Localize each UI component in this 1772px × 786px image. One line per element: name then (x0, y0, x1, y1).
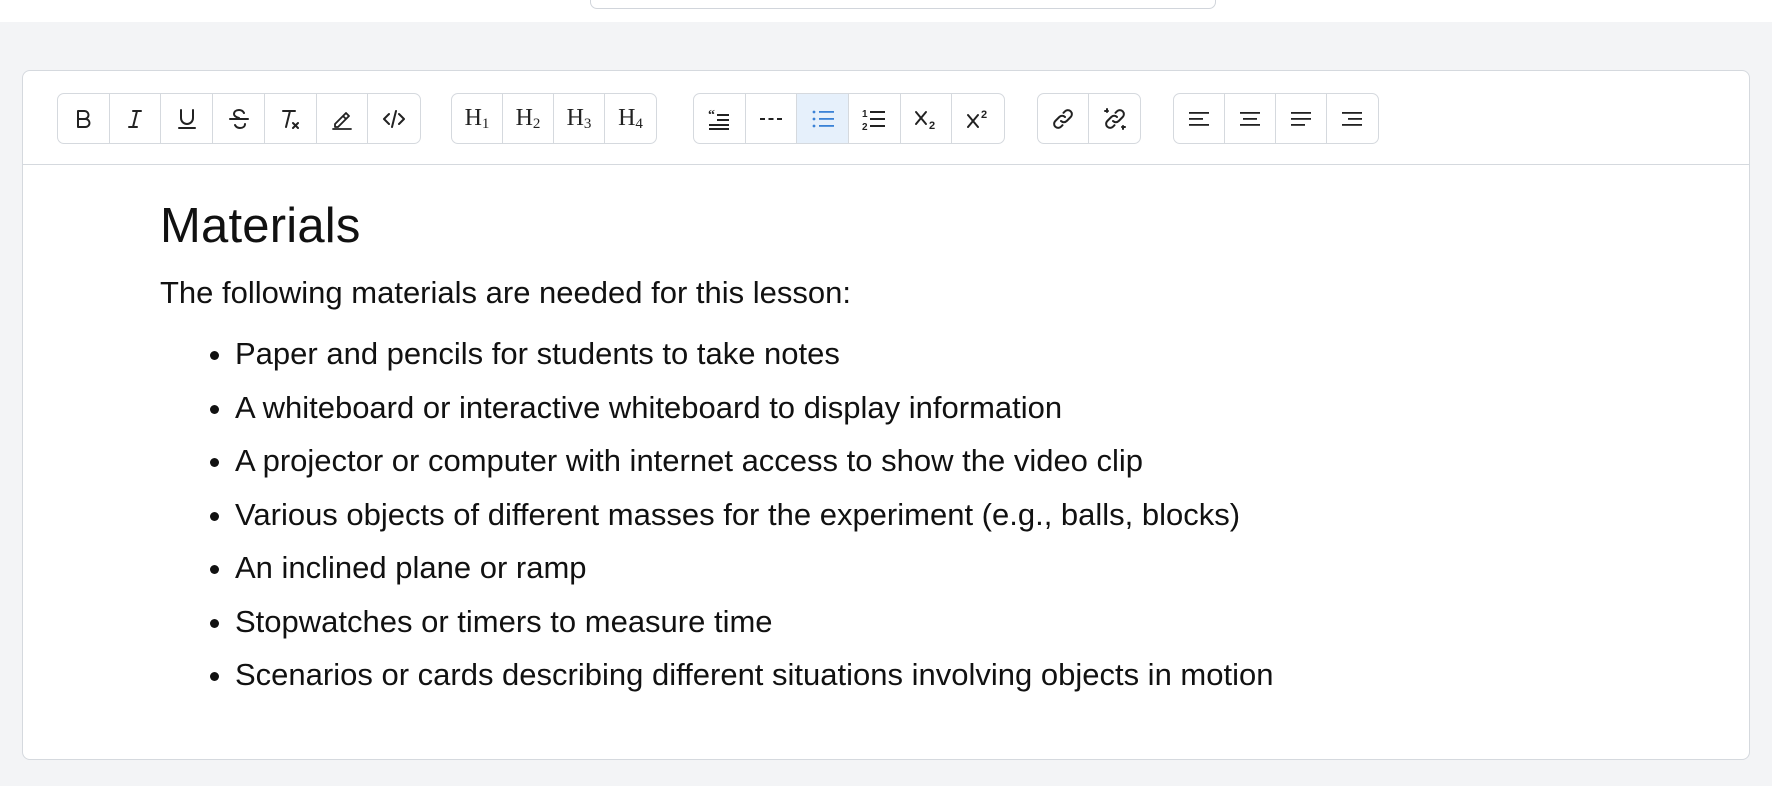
editor-content[interactable]: Materials The following materials are ne… (160, 196, 1709, 702)
document-intro: The following materials are needed for t… (160, 275, 851, 310)
clear-format-icon (282, 109, 300, 129)
materials-list: Paper and pencils for students to take n… (160, 327, 1709, 702)
list-item: Paper and pencils for students to take n… (235, 327, 1709, 381)
list-item: An inclined plane or ramp (235, 541, 1709, 595)
align-group (1173, 93, 1379, 144)
bold-icon (77, 109, 91, 128)
heading-1-button[interactable]: H1 (452, 94, 503, 143)
highlight-button[interactable] (317, 94, 369, 143)
superscript-button[interactable]: 2 (952, 94, 1004, 143)
blockquote-button[interactable]: “ (694, 94, 746, 143)
clear-format-button[interactable] (265, 94, 317, 143)
ordered-list-icon: 12 (862, 109, 886, 132)
align-center-icon (1240, 111, 1260, 126)
bullet-list-button[interactable] (797, 94, 850, 143)
bold-button[interactable] (58, 94, 110, 143)
heading-4-level: 4 (635, 115, 643, 132)
heading-2-label: H (515, 104, 533, 131)
block-group: “ 12 2 2 (693, 93, 1005, 144)
align-left-icon (1189, 111, 1209, 126)
heading-1-level: 1 (481, 115, 490, 132)
link-icon (1053, 108, 1073, 129)
top-bar (0, 0, 1772, 22)
highlighter-icon (332, 111, 352, 130)
svg-text:1: 1 (862, 109, 868, 120)
heading-2-level: 2 (532, 115, 541, 132)
align-justify-icon (1291, 111, 1311, 126)
strikethrough-button[interactable] (213, 94, 265, 143)
list-item: A whiteboard or interactive whiteboard t… (235, 381, 1709, 435)
code-icon (383, 109, 406, 128)
heading-4-label: H (618, 104, 636, 131)
horizontal-rule-button[interactable] (746, 94, 798, 143)
top-input-field[interactable] (590, 0, 1216, 9)
document-heading: Materials (160, 199, 361, 253)
bullet-list-icon (812, 110, 834, 127)
format-group (57, 93, 421, 144)
underline-button[interactable] (161, 94, 214, 143)
heading-3-button[interactable]: H3 (554, 94, 605, 143)
align-justify-button[interactable] (1276, 94, 1327, 143)
list-item: Stopwatches or timers to measure time (235, 595, 1709, 649)
svg-text:2: 2 (929, 120, 935, 132)
link-button[interactable] (1038, 94, 1090, 143)
ordered-list-button[interactable]: 12 (849, 94, 901, 143)
align-right-button[interactable] (1327, 94, 1378, 143)
unlink-icon (1103, 107, 1126, 130)
heading-3-level: 3 (583, 115, 592, 132)
rich-text-editor: H1 H2 H3 H4 “ 12 2 2 Materials The follo… (22, 70, 1750, 760)
heading-2-button[interactable]: H2 (503, 94, 554, 143)
svg-text:“: “ (708, 108, 715, 123)
quote-icon: “ (708, 108, 730, 130)
code-button[interactable] (368, 94, 420, 143)
list-item: Various objects of different masses for … (235, 488, 1709, 542)
heading-3-label: H (566, 104, 584, 131)
unlink-button[interactable] (1089, 94, 1140, 143)
strikethrough-icon (228, 108, 249, 129)
align-center-button[interactable] (1225, 94, 1276, 143)
list-item: Scenarios or cards describing different … (235, 648, 1709, 702)
align-right-icon (1342, 111, 1363, 126)
superscript-icon: 2 (967, 109, 987, 128)
heading-4-button[interactable]: H4 (605, 94, 656, 143)
heading-1-label: H (464, 104, 482, 131)
italic-icon (128, 109, 143, 128)
subscript-icon: 2 (915, 110, 935, 132)
subscript-button[interactable]: 2 (901, 94, 953, 143)
editor-toolbar: H1 H2 H3 H4 “ 12 2 2 (23, 71, 1749, 165)
svg-text:2: 2 (862, 122, 868, 132)
svg-text:2: 2 (981, 109, 987, 121)
italic-button[interactable] (110, 94, 162, 143)
list-item: A projector or computer with internet ac… (235, 434, 1709, 488)
underline-icon (177, 108, 196, 129)
link-group (1037, 93, 1141, 144)
horizontal-rule-icon (760, 117, 782, 120)
align-left-button[interactable] (1174, 94, 1225, 143)
heading-group: H1 H2 H3 H4 (451, 93, 657, 144)
